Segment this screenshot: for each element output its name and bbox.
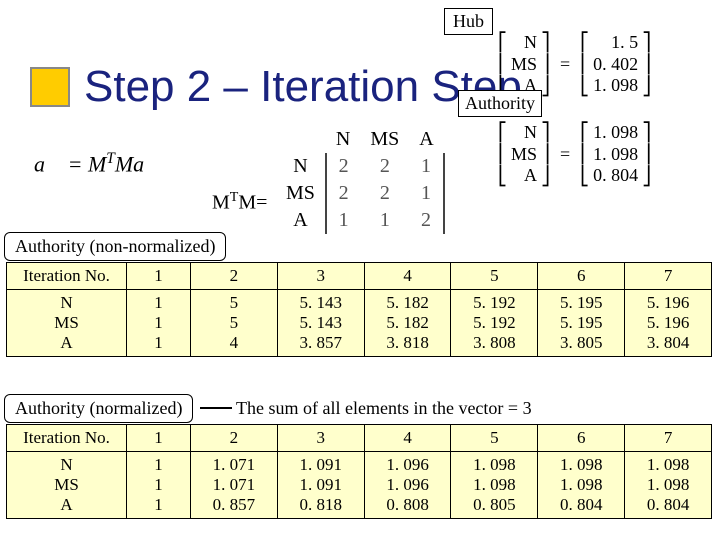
mtm-matrix: N MS A N 2 2 1 MS 2 2 1 A 1 1 2: [276, 126, 445, 234]
table-cell: 5. 1435. 1433. 857: [277, 290, 364, 357]
table-header: 3: [277, 263, 364, 290]
slide-title: Step 2 – Iteration Step: [84, 62, 522, 112]
matrix-col-header: N: [326, 126, 360, 153]
bracket-icon: ⎡⎢⎣: [498, 123, 507, 185]
table-cell: 1. 0981. 0980. 805: [451, 452, 538, 519]
matrix-cell: 2: [360, 153, 409, 180]
bracket-icon: ⎡⎢⎣: [498, 33, 507, 95]
table-header: 1: [127, 425, 191, 452]
auth-vec-value: 1. 098: [593, 144, 638, 166]
table-cell: 1. 0911. 0910. 818: [277, 452, 364, 519]
hub-vec-value: 1. 098: [593, 75, 638, 97]
auth-vec-label: MS: [511, 144, 537, 166]
hub-vec-label: N: [524, 32, 537, 54]
table-row: N MS A 111 1. 0711. 0710. 857 1. 0911. 0…: [7, 452, 712, 519]
bracket-icon: ⎤⎥⎦: [541, 123, 550, 185]
auth-vec-value: 0. 804: [593, 165, 638, 187]
authority-normalized-table: Iteration No. 1 2 3 4 5 6 7 N MS A 111 1…: [6, 424, 712, 519]
hub-vec-value: 0. 402: [593, 54, 638, 76]
equals-sign: =: [550, 144, 580, 166]
equals-sign: =: [550, 54, 580, 76]
matrix-cell: 1: [326, 207, 360, 234]
table-cell: 5. 1825. 1823. 818: [364, 290, 451, 357]
matrix-cell: 1: [409, 180, 443, 207]
auth-vec-label: N: [524, 122, 537, 144]
note-connector-line: [200, 407, 232, 409]
hub-vec-value: 1. 5: [611, 32, 638, 54]
matrix-col-header: MS: [360, 126, 409, 153]
table-header: 2: [191, 263, 278, 290]
matrix-cell: 2: [326, 180, 360, 207]
table-cell: 5. 1925. 1923. 808: [451, 290, 538, 357]
table-cell: 111: [127, 290, 191, 357]
title-bullet-icon: [30, 67, 70, 107]
slide-title-row: Step 2 – Iteration Step: [30, 62, 522, 112]
bracket-icon: ⎤⎥⎦: [642, 33, 651, 95]
table-cell: 1. 0711. 0710. 857: [191, 452, 278, 519]
matrix-cell: 2: [360, 180, 409, 207]
matrix-row-header: A: [276, 207, 326, 234]
mtm-label: MTM=: [212, 190, 267, 215]
bracket-icon: ⎤⎥⎦: [541, 33, 550, 95]
table-header: Iteration No.: [7, 263, 127, 290]
table-cell: 1. 0961. 0960. 808: [364, 452, 451, 519]
table-header: 1: [127, 263, 191, 290]
bracket-icon: ⎤⎥⎦: [642, 123, 651, 185]
hub-vector: ⎡⎢⎣ N MS A ⎤⎥⎦ = ⎡⎢⎣ 1. 5 0. 402 1. 098 …: [498, 32, 651, 97]
auth-vec-value: 1. 098: [593, 122, 638, 144]
table-header: 3: [277, 425, 364, 452]
table-cell: 5. 1955. 1953. 805: [538, 290, 625, 357]
table-header: 5: [451, 425, 538, 452]
table-header: 6: [538, 425, 625, 452]
table-cell: 111: [127, 452, 191, 519]
hub-vec-label: MS: [511, 54, 537, 76]
table-header: 7: [625, 425, 712, 452]
table-row: Iteration No. 1 2 3 4 5 6 7: [7, 263, 712, 290]
table-header: 6: [538, 263, 625, 290]
auth-vec-label: A: [524, 165, 537, 187]
authority-non-normalized-label: Authority (non-normalized): [4, 232, 226, 261]
table-header: Iteration No.: [7, 425, 127, 452]
normalization-note: The sum of all elements in the vector = …: [236, 398, 532, 419]
table-header: 5: [451, 263, 538, 290]
authority-vector: ⎡⎢⎣ N MS A ⎤⎥⎦ = ⎡⎢⎣ 1. 098 1. 098 0. 80…: [498, 122, 651, 187]
matrix-cell: 2: [409, 207, 443, 234]
table-cell: 1. 0981. 0980. 804: [538, 452, 625, 519]
matrix-cell: 1: [409, 153, 443, 180]
table-row: Iteration No. 1 2 3 4 5 6 7: [7, 425, 712, 452]
table-header: 4: [364, 425, 451, 452]
authority-normalized-label: Authority (normalized): [4, 394, 193, 423]
table-row: N MS A 111 554 5. 1435. 1433. 857 5. 182…: [7, 290, 712, 357]
matrix-cell: 1: [360, 207, 409, 234]
table-header: 2: [191, 425, 278, 452]
matrix-col-header: A: [409, 126, 443, 153]
table-cell: 1. 0981. 0980. 804: [625, 452, 712, 519]
matrix-row-header: MS: [276, 180, 326, 207]
authority-non-normalized-table: Iteration No. 1 2 3 4 5 6 7 N MS A 111 5…: [6, 262, 712, 357]
bracket-icon: ⎡⎢⎣: [580, 123, 589, 185]
table-rowhead: N MS A: [7, 290, 127, 357]
hub-label-box: Hub: [444, 8, 493, 35]
table-header: 7: [625, 263, 712, 290]
table-rowhead: N MS A: [7, 452, 127, 519]
iteration-formula: a⃗ = MTMa⃗: [34, 150, 161, 177]
table-cell: 554: [191, 290, 278, 357]
authority-label-box: Authority: [458, 90, 542, 117]
matrix-row-header: N: [276, 153, 326, 180]
bracket-icon: ⎡⎢⎣: [580, 33, 589, 95]
table-header: 4: [364, 263, 451, 290]
matrix-cell: 2: [326, 153, 360, 180]
table-cell: 5. 1965. 1963. 804: [625, 290, 712, 357]
